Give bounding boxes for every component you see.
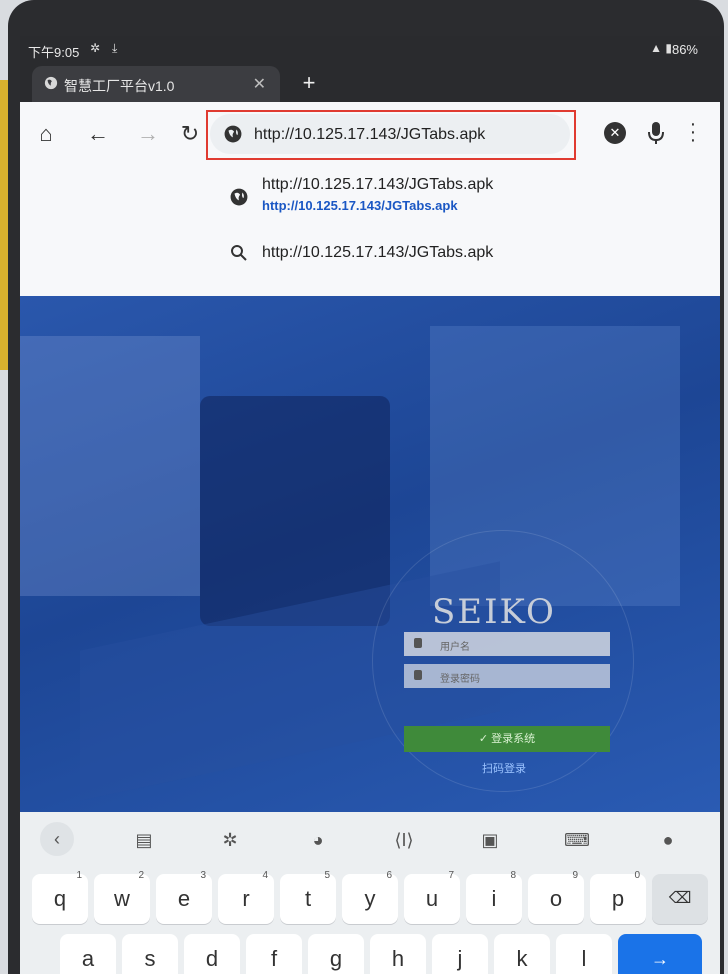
clear-input-icon[interactable]: ✕ (604, 122, 626, 144)
settings-icon[interactable]: ✲ (218, 828, 242, 852)
key-l[interactable]: l (556, 934, 612, 974)
close-tab-icon[interactable]: ✕ (253, 74, 266, 94)
reload-icon[interactable]: ↻ (176, 120, 204, 148)
key-e[interactable]: e3 (156, 870, 212, 924)
tab-strip: 智慧工厂平台v1.0 ✕ + (20, 64, 720, 102)
keyboard-icon[interactable]: ⌨ (564, 828, 590, 852)
decorative-circle (372, 530, 634, 792)
new-tab-button[interactable]: + (296, 70, 322, 96)
backspace-key[interactable]: ⌫ (652, 874, 708, 924)
scan-login-link[interactable]: 扫码登录 (482, 760, 526, 776)
home-icon[interactable]: ⌂ (32, 120, 60, 148)
web-page-content: SEIKO 用户名 登录密码 ✓ 登录系统 扫码登录 (20, 296, 720, 812)
translate-icon[interactable]: ▣ (478, 828, 502, 852)
key-u[interactable]: u7 (404, 870, 460, 924)
back-icon[interactable]: ‹ (40, 822, 74, 856)
search-icon (231, 245, 247, 261)
globe-icon (44, 76, 58, 90)
brand-logo: SEIKO (432, 592, 556, 632)
suggestion-title: http://10.125.17.143/JGTabs.apk (262, 244, 494, 261)
username-field[interactable]: 用户名 (404, 632, 610, 656)
password-field[interactable]: 登录密码 (404, 664, 610, 688)
lock-icon (414, 670, 422, 680)
backspace-icon: ⌫ (668, 890, 692, 907)
key-i[interactable]: i8 (466, 870, 522, 924)
key-g[interactable]: g (308, 934, 364, 974)
suggestion-url: http://10.125.17.143/JGTabs.apk (262, 198, 458, 213)
key-f[interactable]: f (246, 934, 302, 974)
download-status-icon: ⤓ (112, 41, 118, 55)
keyboard: q1 w2 e3 r4 t5 y6 u7 i8 o9 p0 ⌫ a s d f … (20, 868, 720, 974)
browser-tab[interactable]: 智慧工厂平台v1.0 ✕ (32, 66, 280, 102)
browser-toolbar: ⌂ ← → ↻ ✕ ··· (20, 102, 720, 166)
key-y[interactable]: y6 (342, 870, 398, 924)
key-s[interactable]: s (122, 934, 178, 974)
tab-title: 智慧工厂平台v1.0 (64, 78, 175, 94)
key-k[interactable]: k (494, 934, 550, 974)
back-icon[interactable]: ← (84, 120, 112, 148)
key-p[interactable]: p0 (590, 870, 646, 924)
key-w[interactable]: w2 (94, 870, 150, 924)
mic-icon[interactable]: ● (656, 828, 680, 852)
wifi-status-icon: ▲ (650, 41, 662, 55)
overflow-menu-icon[interactable]: · · · (686, 114, 700, 150)
keyboard-toolbar: ‹ ▤ ✲ ◕ ⟨I⟩ ▣ ⌨ ● (20, 812, 720, 868)
username-placeholder: 用户名 (440, 642, 470, 653)
key-j[interactable]: j (432, 934, 488, 974)
battery-level: 86% (671, 42, 698, 57)
background-image (20, 336, 200, 596)
arrow-right-icon: → (651, 949, 669, 969)
key-q[interactable]: q1 (32, 870, 88, 924)
key-o[interactable]: o9 (528, 870, 584, 924)
palette-icon[interactable]: ◕ (306, 828, 330, 852)
settings-status-icon: ✲ (90, 41, 101, 55)
clipboard-icon[interactable]: ▤ (132, 828, 156, 852)
key-t[interactable]: t5 (280, 870, 336, 924)
globe-icon (230, 188, 248, 206)
key-d[interactable]: d (184, 934, 240, 974)
status-time: 下午9:05 (28, 45, 80, 60)
omnibox-suggestions: http://10.125.17.143/JGTabs.apk http://1… (20, 166, 720, 296)
key-r[interactable]: r4 (218, 870, 274, 924)
suggestion-title: http://10.125.17.143/JGTabs.apk (262, 176, 494, 193)
login-button[interactable]: ✓ 登录系统 (404, 726, 610, 752)
go-key[interactable]: → (618, 934, 702, 974)
highlight-box (206, 110, 576, 160)
device-screen: 下午9:05 ✲ ⤓ ▲ ▮ 86% 智慧工厂平台v1.0 ✕ + ⌂ ← → … (20, 36, 720, 974)
status-bar: 下午9:05 ✲ ⤓ ▲ ▮ 86% (20, 36, 720, 64)
forward-icon[interactable]: → (134, 120, 162, 148)
user-icon (414, 638, 422, 648)
key-a[interactable]: a (60, 934, 116, 974)
key-h[interactable]: h (370, 934, 426, 974)
password-placeholder: 登录密码 (440, 674, 480, 685)
cursor-icon[interactable]: ⟨I⟩ (392, 828, 416, 852)
mic-icon[interactable] (646, 120, 666, 146)
